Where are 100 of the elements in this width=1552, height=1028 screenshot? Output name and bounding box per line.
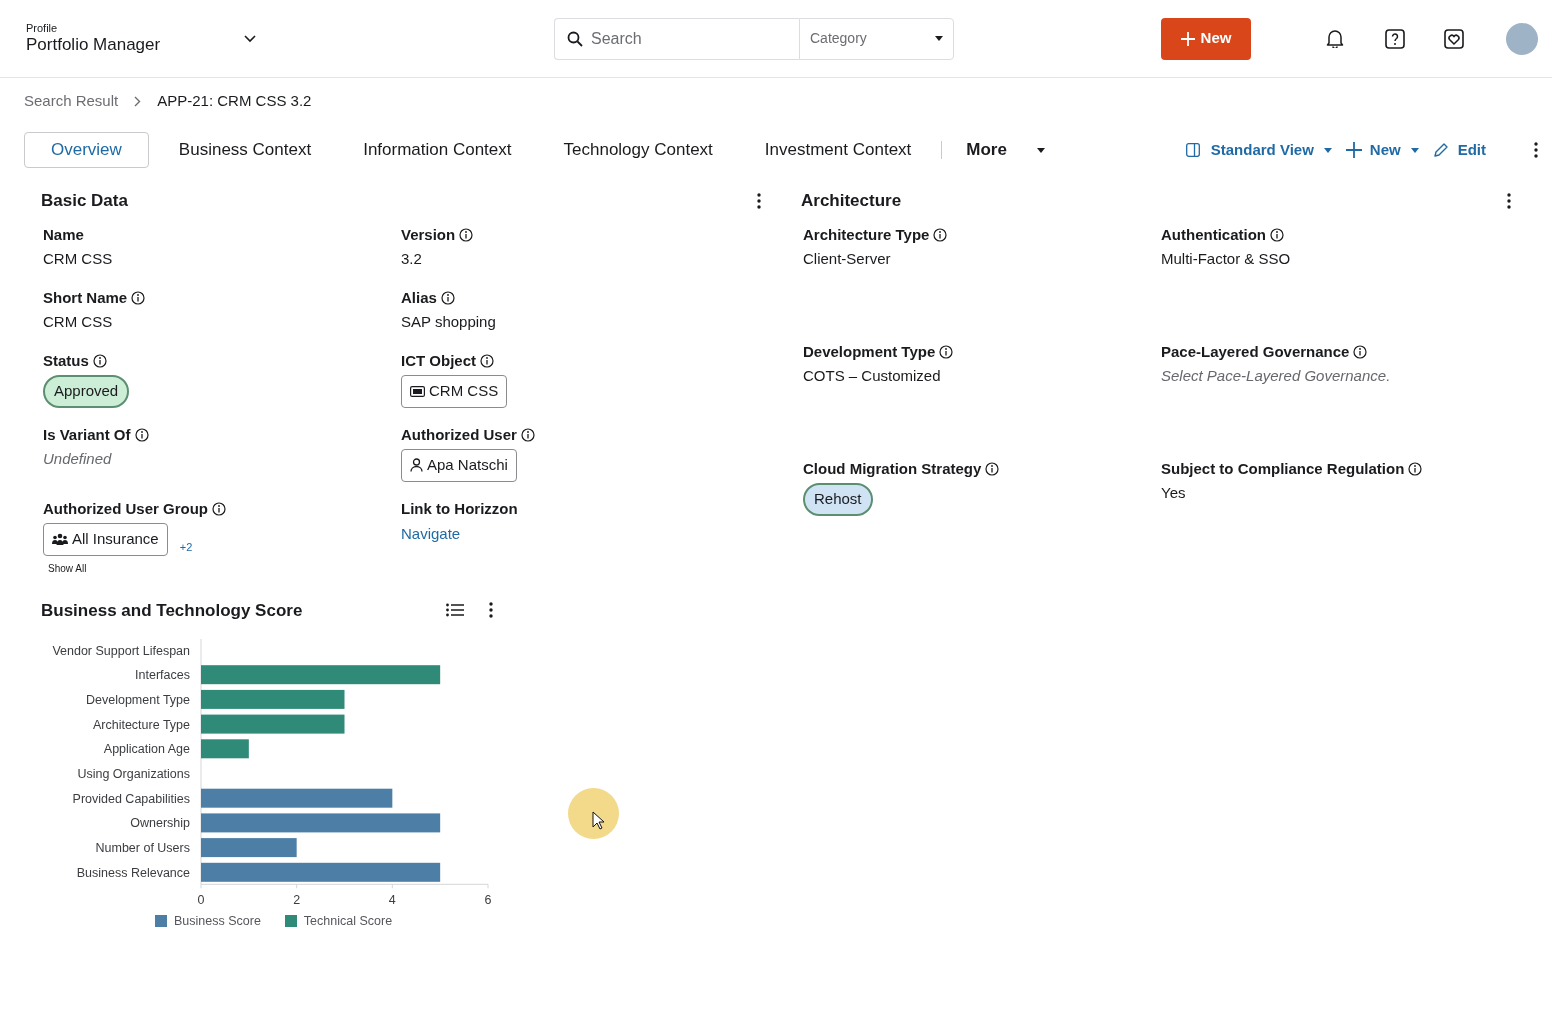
more-options-icon[interactable]	[489, 602, 493, 619]
info-icon[interactable]	[440, 290, 455, 305]
field-label: Is Variant Of	[43, 424, 131, 445]
info-icon[interactable]	[480, 353, 494, 368]
more-options-icon[interactable]	[1507, 192, 1511, 209]
info-icon[interactable]	[459, 227, 474, 242]
info-icon[interactable]	[520, 427, 535, 442]
empty-value: Select Pace-Layered Governance.	[1161, 366, 1392, 386]
field-value: COTS – Customized	[803, 366, 942, 386]
field-label: Authorized User	[401, 424, 517, 445]
plus-icon	[1345, 142, 1362, 158]
tab[interactable]: Investment Context	[738, 132, 938, 168]
value-chip[interactable]: CRM CSS	[401, 375, 508, 408]
empty-value: Undefined	[43, 449, 113, 469]
field-label: Architecture Type	[803, 224, 930, 245]
info-icon[interactable]	[212, 501, 226, 516]
category-label: Application Age	[103, 742, 190, 757]
more-options-icon[interactable]	[757, 192, 761, 209]
breadcrumb-current: APP-21: CRM CSS 3.2	[157, 90, 312, 111]
field-label: Short Name	[43, 287, 128, 308]
field-label: ICT Object	[401, 350, 476, 371]
field-value: Client-Server	[803, 249, 892, 269]
category-label: Vendor Support Lifespan	[52, 643, 190, 658]
group-icon	[52, 532, 68, 546]
field-label: Pace-Layered Governance	[1161, 341, 1350, 362]
category-label: Provided Capabilities	[72, 791, 190, 806]
category-label: Interfaces	[135, 668, 190, 683]
field-label: Name	[43, 224, 84, 245]
search-input[interactable]: Search	[591, 26, 791, 51]
help-icon[interactable]	[1385, 28, 1405, 49]
caret-icon[interactable]	[935, 36, 943, 41]
field-label: Version	[401, 224, 456, 245]
tick-label: 2	[293, 893, 301, 908]
status-pill: Rehost	[803, 483, 873, 516]
info-icon[interactable]	[985, 461, 1000, 476]
plus-icon	[1180, 31, 1195, 46]
category-dropdown[interactable]: Category	[799, 17, 954, 60]
field-label: Status	[43, 350, 89, 371]
chevron-right-icon	[134, 95, 142, 107]
field-label: Authorized User Group	[43, 498, 208, 519]
category-label: Using Organizations	[77, 767, 190, 781]
caret-icon[interactable]	[1036, 147, 1045, 153]
pointer-icon	[592, 811, 605, 830]
navigate-link[interactable]: Navigate	[401, 523, 461, 546]
heart-box-icon[interactable]	[1444, 28, 1464, 49]
ict-icon	[410, 385, 425, 397]
bell-icon[interactable]	[1326, 29, 1344, 48]
category-label: Number of Users	[95, 841, 190, 856]
tick-label: 0	[197, 893, 205, 908]
legend-label[interactable]: Business Score	[174, 912, 261, 931]
toolbar-action[interactable]: New	[1345, 138, 1419, 162]
field-value: 3.2	[401, 249, 423, 269]
info-icon[interactable]	[1270, 227, 1284, 242]
breadcrumb-link[interactable]: Search Result	[24, 89, 119, 113]
profile-label: Profile	[26, 21, 59, 34]
info-icon[interactable]	[134, 427, 149, 442]
more-count[interactable]: +2	[179, 539, 193, 556]
list-icon[interactable]	[446, 603, 464, 618]
toolbar-action[interactable]: Edit	[1432, 138, 1486, 162]
field-label: Alias	[401, 287, 437, 308]
tab[interactable]: Business Context	[152, 132, 338, 168]
legend-label[interactable]: Technical Score	[303, 912, 393, 931]
search-field[interactable]: Search	[554, 17, 799, 60]
info-icon[interactable]	[92, 353, 107, 368]
new-button[interactable]: New	[1161, 17, 1251, 60]
category-label: Architecture Type	[92, 717, 190, 732]
field-label: Subject to Compliance Regulation	[1161, 458, 1405, 479]
tab[interactable]: Overview	[24, 132, 149, 168]
toolbar-action[interactable]: Standard View	[1185, 138, 1332, 162]
field-label: Development Type	[803, 341, 936, 362]
panel-icon	[1185, 143, 1200, 157]
field-label: Cloud Migration Strategy	[803, 458, 982, 479]
field-label: Authentication	[1161, 224, 1266, 245]
tick-label: 6	[484, 893, 492, 908]
section-title: Business and Technology Score	[41, 599, 304, 622]
chevron-down-icon[interactable]	[244, 34, 256, 43]
more-tab[interactable]: More	[946, 132, 1045, 168]
value-chip[interactable]: Apa Natschi	[401, 449, 517, 482]
category-label: Ownership	[130, 816, 190, 831]
info-icon[interactable]	[939, 344, 954, 359]
info-icon[interactable]	[1353, 344, 1368, 359]
tab[interactable]: Information Context	[337, 132, 538, 168]
category-label: Development Type	[86, 692, 190, 707]
more-options-icon[interactable]	[1534, 142, 1538, 158]
score-bar	[201, 739, 249, 759]
search-icon	[567, 30, 583, 47]
info-icon[interactable]	[1408, 461, 1423, 476]
category-label: Business Relevance	[76, 865, 190, 880]
pencil-icon	[1432, 142, 1449, 158]
show-all-link[interactable]: Show All	[48, 560, 87, 576]
tick-label: 4	[388, 893, 396, 908]
field-value: SAP shopping	[401, 312, 497, 332]
info-icon[interactable]	[933, 227, 948, 242]
field-value: CRM CSS	[43, 312, 114, 332]
info-icon[interactable]	[131, 290, 146, 305]
field-value: CRM CSS	[43, 249, 114, 269]
value-chip[interactable]: All Insurance	[43, 523, 168, 556]
profile-name[interactable]: Portfolio Manager	[26, 33, 244, 56]
field-value: Multi-Factor & SSO	[1161, 249, 1292, 269]
tab[interactable]: Technology Context	[537, 132, 739, 168]
